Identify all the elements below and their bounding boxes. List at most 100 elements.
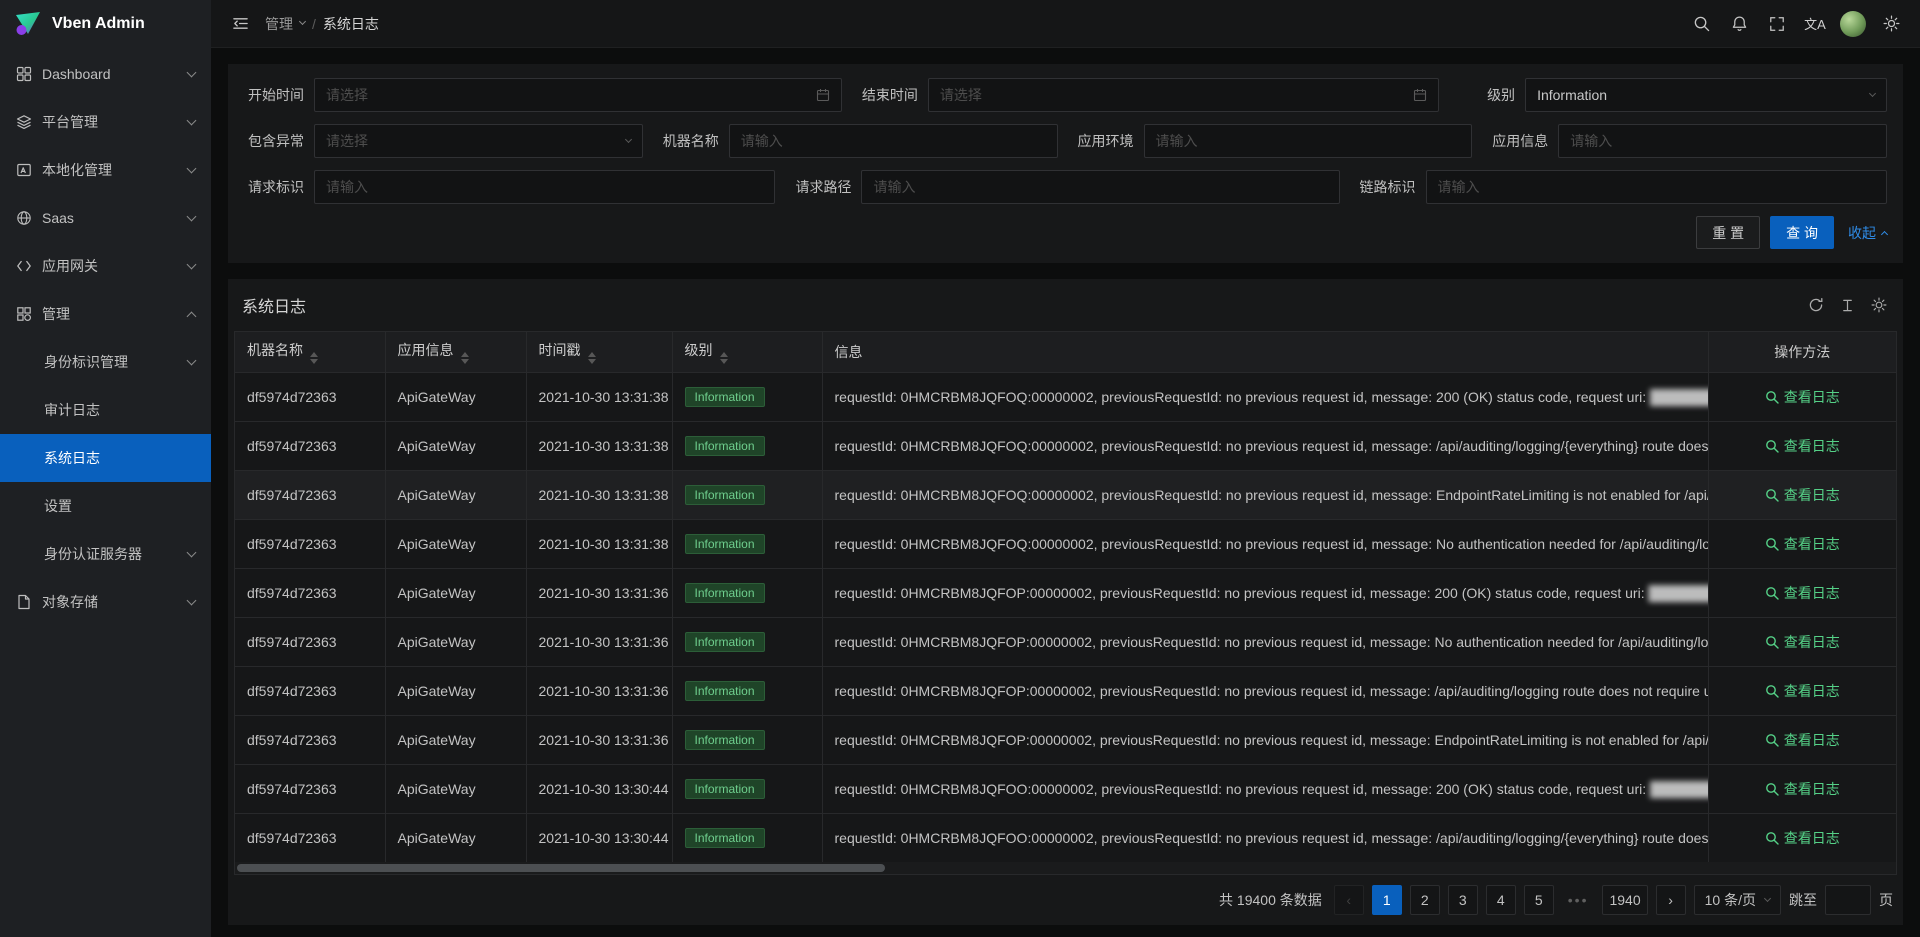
view-log-link[interactable]: 查看日志 [1765, 681, 1840, 701]
horizontal-scrollbar[interactable] [234, 862, 1897, 875]
cell-machine: df5974d72363 [235, 372, 385, 421]
sidebar-item-saas[interactable]: Saas [0, 194, 211, 242]
column-header-machine[interactable]: 机器名称 [235, 332, 385, 372]
end-time-label: 结束时间 [842, 85, 928, 105]
sidebar-subitem-system-log[interactable]: 系统日志 [0, 434, 211, 482]
sort-icons[interactable] [720, 352, 728, 364]
cell-machine: df5974d72363 [235, 715, 385, 764]
sidebar-subitem-audit-log[interactable]: 审计日志 [0, 386, 211, 434]
notification-bell-icon[interactable] [1720, 0, 1758, 48]
filter-field-request-id: 请求标识 [228, 170, 775, 204]
cell-timestamp: 2021-10-30 13:31:38 [526, 421, 672, 470]
request-path-input-box[interactable] [861, 170, 1339, 204]
pages-ellipsis[interactable]: ••• [1562, 885, 1595, 915]
fullscreen-icon[interactable] [1758, 0, 1796, 48]
search-icon[interactable] [1682, 0, 1720, 48]
translate-icon[interactable]: 文A [1796, 0, 1834, 48]
logo[interactable]: Vben Admin [0, 0, 211, 48]
end-time-input[interactable] [940, 87, 1407, 103]
level-select[interactable]: Information [1525, 78, 1887, 112]
trace-id-input[interactable] [1438, 179, 1875, 195]
app-info-input[interactable] [1570, 133, 1875, 149]
column-header-app[interactable]: 应用信息 [385, 332, 526, 372]
cell-message: requestId: 0HMCRBM8JQFOP:00000002, previ… [822, 715, 1708, 764]
jump-page-input[interactable] [1825, 885, 1871, 915]
view-log-link[interactable]: 查看日志 [1765, 828, 1840, 848]
filter-field-level: 级别Information [1439, 78, 1887, 112]
table-panel: 系统日志 机器名称应用信息 [228, 279, 1903, 925]
sidebar-item-gateway[interactable]: 应用网关 [0, 242, 211, 290]
cell-message: requestId: 0HMCRBM8JQFOQ:00000002, previ… [822, 470, 1708, 519]
row-height-icon[interactable] [1840, 298, 1855, 313]
scrollbar-thumb[interactable] [237, 864, 885, 872]
app-env-input[interactable] [1156, 133, 1461, 149]
page-button-2[interactable]: 2 [1410, 885, 1440, 915]
table-row: df5974d72363ApiGateWay2021-10-30 13:30:4… [235, 813, 1896, 862]
avatar[interactable] [1834, 0, 1872, 48]
column-settings-icon[interactable] [1871, 297, 1887, 313]
sidebar-item-localization[interactable]: 本地化管理 [0, 146, 211, 194]
sort-icons[interactable] [461, 352, 469, 364]
include-exception-value: 请选择 [326, 131, 620, 151]
cell-timestamp: 2021-10-30 13:31:36 [526, 715, 672, 764]
column-header-timestamp[interactable]: 时间戳 [526, 332, 672, 372]
start-time-input[interactable] [326, 87, 810, 103]
request-path-input[interactable] [873, 179, 1327, 195]
sidebar-subitem-auth-server[interactable]: 身份认证服务器 [0, 530, 211, 578]
chevron-down-icon [187, 67, 197, 77]
view-log-link[interactable]: 查看日志 [1765, 632, 1840, 652]
cell-action: 查看日志 [1708, 470, 1896, 519]
sidebar-subitem-identity[interactable]: 身份标识管理 [0, 338, 211, 386]
include-exception-select[interactable]: 请选择 [314, 124, 643, 158]
settings-gear-icon[interactable] [1872, 0, 1910, 48]
view-log-link[interactable]: 查看日志 [1765, 485, 1840, 505]
prev-page-button[interactable]: ‹ [1334, 885, 1364, 915]
sidebar-subitem-settings[interactable]: 设置 [0, 482, 211, 530]
view-log-link[interactable]: 查看日志 [1765, 436, 1840, 456]
collapse-link[interactable]: 收起 [1848, 223, 1887, 243]
trace-id-input-box[interactable] [1426, 170, 1887, 204]
view-log-link[interactable]: 查看日志 [1765, 534, 1840, 554]
page-button-4[interactable]: 4 [1486, 885, 1516, 915]
page-button-3[interactable]: 3 [1448, 885, 1478, 915]
table-row: df5974d72363ApiGateWay2021-10-30 13:31:3… [235, 421, 1896, 470]
sidebar-item-platform[interactable]: 平台管理 [0, 98, 211, 146]
cell-action: 查看日志 [1708, 617, 1896, 666]
page-button-1940[interactable]: 1940 [1602, 885, 1647, 915]
table-row: df5974d72363ApiGateWay2021-10-30 13:30:4… [235, 764, 1896, 813]
machine-name-input-box[interactable] [729, 124, 1058, 158]
end-time-datepicker[interactable] [928, 78, 1439, 112]
level-badge: Information [685, 534, 765, 554]
cell-machine: df5974d72363 [235, 764, 385, 813]
reset-button[interactable]: 重 置 [1696, 216, 1760, 249]
menu-fold-icon[interactable] [221, 0, 259, 48]
column-header-level[interactable]: 级别 [672, 332, 822, 372]
app-info-input-box[interactable] [1558, 124, 1887, 158]
sort-icons[interactable] [310, 352, 318, 364]
chevron-down-icon [187, 355, 197, 365]
machine-name-input[interactable] [741, 133, 1046, 149]
sidebar-item-dashboard[interactable]: Dashboard [0, 50, 211, 98]
page-button-1[interactable]: 1 [1372, 885, 1402, 915]
main-area: 管理 / 系统日志 文A [211, 0, 1920, 937]
request-id-input-box[interactable] [314, 170, 775, 204]
breadcrumb-section[interactable]: 管理 [265, 14, 293, 34]
view-log-link[interactable]: 查看日志 [1765, 387, 1840, 407]
sidebar-item-manage[interactable]: 管理 [0, 290, 211, 338]
app-env-input-box[interactable] [1144, 124, 1473, 158]
request-id-input[interactable] [326, 179, 763, 195]
view-log-link[interactable]: 查看日志 [1765, 779, 1840, 799]
query-button[interactable]: 查 询 [1770, 216, 1834, 249]
page-button-5[interactable]: 5 [1524, 885, 1554, 915]
start-time-datepicker[interactable] [314, 78, 842, 112]
topbar-actions: 文A [1682, 0, 1910, 48]
cell-message: requestId: 0HMCRBM8JQFOP:00000002, previ… [822, 617, 1708, 666]
next-page-button[interactable]: › [1656, 885, 1686, 915]
refresh-icon[interactable] [1808, 297, 1824, 313]
sidebar-item-object-storage[interactable]: 对象存储 [0, 578, 211, 626]
view-log-link[interactable]: 查看日志 [1765, 583, 1840, 603]
view-log-link[interactable]: 查看日志 [1765, 730, 1840, 750]
sort-icons[interactable] [588, 352, 596, 364]
platform-icon [16, 114, 32, 130]
page-size-select[interactable]: 10 条/页 [1694, 885, 1781, 915]
